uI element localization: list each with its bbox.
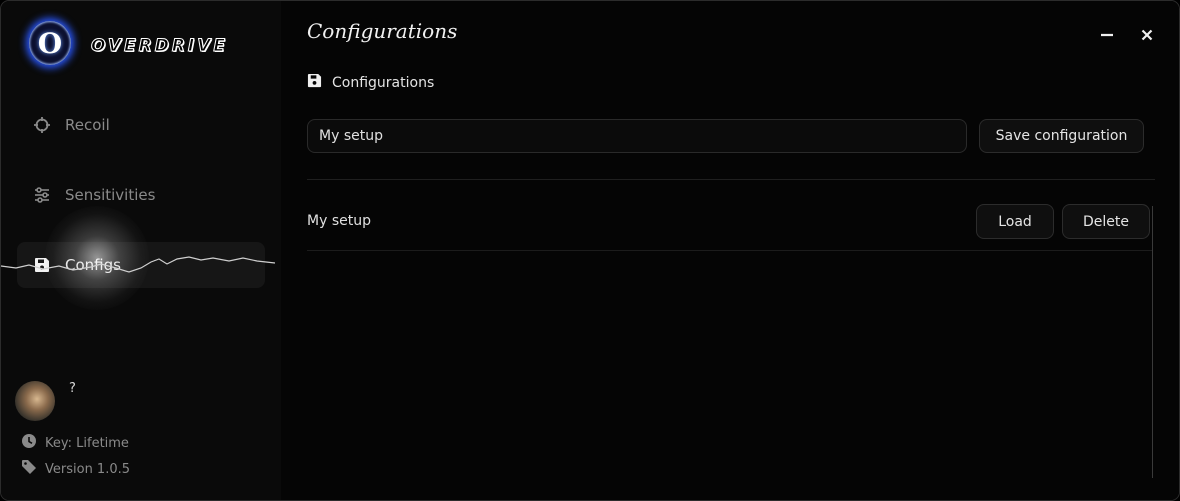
avatar[interactable] [15,381,55,421]
delete-button[interactable]: Delete [1062,204,1150,239]
page-title: Configurations [307,19,458,43]
sidebar-item-label: Configs [65,256,121,274]
divider [307,179,1155,180]
key-label: Key: Lifetime [45,435,129,451]
sidebar-item-recoil[interactable]: Recoil [17,102,265,148]
close-button[interactable] [1135,23,1159,47]
sidebar-item-configs[interactable]: Configs [17,242,265,288]
save-configuration-button[interactable]: Save configuration [979,119,1144,153]
section-header: Configurations [307,73,434,92]
tag-icon [21,459,45,479]
sidebar-item-label: Sensitivities [65,186,156,204]
version-label: Version 1.0.5 [45,461,131,477]
close-icon [1141,29,1153,41]
minimize-button[interactable] [1095,23,1119,47]
main-panel: Configurations Configurations Sa [281,1,1179,500]
logo: O OVERDRIVE [25,19,265,75]
crosshair-icon [33,116,51,134]
config-list-item: My setup Load Delete [307,204,1153,251]
logo-wordmark: OVERDRIVE [90,36,229,57]
config-name-input[interactable] [307,119,967,153]
sidebar: O OVERDRIVE Recoil Sensitivities Configs… [1,1,281,500]
app-window: O OVERDRIVE Recoil Sensitivities Configs… [0,0,1180,501]
floppy-disk-icon [33,256,51,274]
user-panel: ? [15,381,76,421]
minimize-icon [1101,33,1113,37]
version-info: Version 1.0.5 [21,459,130,479]
sidebar-item-label: Recoil [65,116,110,134]
section-title: Configurations [332,74,435,91]
sliders-icon [33,186,51,204]
license-key-info: Key: Lifetime [21,433,129,453]
scrollbar[interactable] [1152,206,1153,478]
load-button[interactable]: Load [976,204,1054,239]
clock-icon [21,433,45,453]
config-name: My setup [307,213,371,229]
username: ? [69,381,76,396]
sidebar-item-sensitivities[interactable]: Sensitivities [17,172,265,218]
floppy-disk-icon [307,73,322,92]
logo-emblem: O [29,21,71,65]
